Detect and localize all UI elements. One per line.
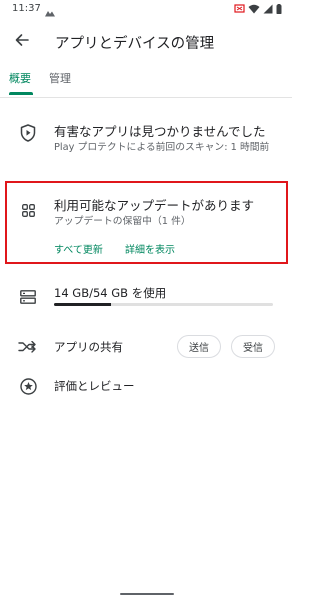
back-button[interactable] [8, 28, 36, 56]
storage-label: 14 GB/54 GB を使用 [54, 286, 167, 300]
apps-grid-icon [21, 203, 35, 217]
cast-icon [234, 4, 245, 14]
ratings-reviews-label: 評価とレビュー [54, 379, 135, 393]
tab-bar: 概要 管理 [0, 64, 292, 96]
storage-icon [19, 289, 37, 305]
gesture-navigation-bar[interactable] [120, 593, 174, 595]
protect-subtitle: Play プロテクトによる前回のスキャン: 1 時間前 [54, 142, 270, 153]
tabs-divider [0, 97, 292, 98]
receive-button[interactable]: 受信 [231, 335, 275, 358]
wifi-icon [248, 4, 260, 14]
app-bar: アプリとデバイスの管理 [0, 22, 292, 62]
share-apps-label: アプリの共有 [54, 340, 123, 354]
signal-icon [263, 4, 273, 14]
share-apps-icon [18, 340, 38, 354]
tab-indicator [9, 92, 33, 95]
battery-icon [276, 4, 282, 14]
tab-overview[interactable]: 概要 [9, 70, 31, 86]
storage-usage-fill [54, 303, 111, 306]
star-badge-icon [19, 377, 37, 395]
protect-title: 有害なアプリは見つかりませんでした [54, 124, 266, 139]
cloud-upload-icon [44, 4, 56, 17]
arrow-back-icon [14, 32, 30, 52]
view-details-button[interactable]: 詳細を表示 [125, 241, 175, 256]
send-button[interactable]: 送信 [177, 335, 221, 358]
updates-subtitle: アップデートの保留中（1 件） [54, 216, 191, 227]
storage-usage-bar [54, 303, 273, 306]
update-all-button[interactable]: すべて更新 [54, 241, 103, 256]
page-title: アプリとデバイスの管理 [55, 36, 215, 52]
status-time: 11:37 [12, 3, 41, 14]
tab-manage[interactable]: 管理 [49, 70, 71, 86]
status-icons [234, 4, 282, 14]
play-protect-icon [19, 124, 37, 142]
updates-title: 利用可能なアップデートがあります [54, 198, 255, 213]
status-bar: 11:37 [0, 0, 292, 20]
